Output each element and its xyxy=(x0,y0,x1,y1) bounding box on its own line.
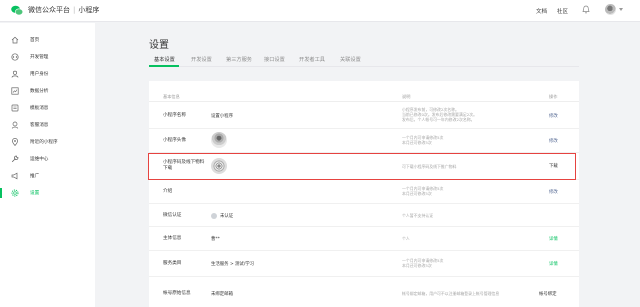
tab-dev-tools[interactable]: 开发者工具 xyxy=(299,56,325,63)
row-label: 帐号原始信息 xyxy=(163,291,191,296)
active-tab-indicator xyxy=(149,65,179,67)
header-description: 说明 xyxy=(402,94,411,99)
top-bar: 微信公众平台 | 小程序 文档 社区 xyxy=(0,0,640,22)
platform-brand[interactable]: 微信公众平台 | 小程序 xyxy=(28,5,99,15)
table-header: 基本信息 说明 操作 xyxy=(149,91,579,102)
code-icon xyxy=(11,53,19,61)
wechat-logo-icon[interactable] xyxy=(11,5,23,16)
row-label: 服务类目 xyxy=(163,261,182,266)
row-description: 一个月内可申请修改5次 本月还可修改5次 xyxy=(402,186,443,196)
row-label: 小程序名称 xyxy=(163,113,186,118)
edit-name-button[interactable]: 修改 xyxy=(549,113,558,119)
sidebar-item-label: 附近的小程序 xyxy=(30,140,58,145)
home-icon xyxy=(11,36,19,44)
desc-line: 本月还可修改5次 xyxy=(402,263,432,269)
row-description: 个人暂不支持认证 xyxy=(402,213,433,218)
entity-details-button[interactable]: 详情 xyxy=(549,236,558,242)
edit-avatar-button[interactable]: 修改 xyxy=(549,138,558,144)
sidebar: 首页 开发管理 用户身份 数据分析 模板消息 客服消息 附近的小程序 运维中心 … xyxy=(0,23,95,307)
table-row-entity: 主体信息 曹** 个人 详情 xyxy=(149,227,579,251)
sidebar-item-label: 客服消息 xyxy=(30,123,49,128)
sidebar-item-data-analysis[interactable]: 数据分析 xyxy=(0,83,95,99)
row-description: 一个月内可申请修改5次 本月还可修改5次 xyxy=(402,258,443,268)
tab-third-party[interactable]: 第三方服务 xyxy=(226,56,252,63)
brand-separator: | xyxy=(73,6,76,14)
desc-line: 本月还可修改5次 xyxy=(402,191,432,197)
chart-icon xyxy=(11,87,19,95)
table-row-account-info: 帐号原始信息 未绑定邮箱 帐号绑定邮箱，用户可不以注册邮箱登录上帐号管理信息 帐… xyxy=(149,277,579,307)
service-category-value: 生活服务 > 测试/学习 xyxy=(211,262,255,267)
sidebar-item-nearby[interactable]: 附近的小程序 xyxy=(0,134,95,150)
sidebar-item-label: 模板消息 xyxy=(30,106,49,111)
row-description: 个人 xyxy=(402,236,410,241)
page-title: 设置 xyxy=(149,40,169,51)
tab-dev-settings[interactable]: 开发设置 xyxy=(191,56,212,63)
megaphone-icon xyxy=(11,172,18,180)
sidebar-item-label: 数据分析 xyxy=(30,89,49,94)
user-icon xyxy=(11,70,19,78)
platform-title: 微信公众平台 xyxy=(28,6,70,14)
category-details-button[interactable]: 详情 xyxy=(549,261,558,267)
service-icon xyxy=(11,121,19,129)
sidebar-item-label: 设置 xyxy=(30,191,40,196)
table-row-intro: 介绍 一个月内可申请修改5次 本月还可修改5次 修改 xyxy=(149,180,579,204)
entity-value: 曹** xyxy=(211,237,220,242)
tab-basic-settings[interactable]: 基本设置 xyxy=(154,56,175,63)
tab-api-settings[interactable]: 接口设置 xyxy=(264,56,285,63)
sidebar-item-ops-center[interactable]: 运维中心 xyxy=(0,151,95,167)
verification-status-icon xyxy=(211,213,217,219)
sidebar-item-user-identity[interactable]: 用户身份 xyxy=(0,66,95,82)
sidebar-item-label: 首页 xyxy=(30,38,40,43)
sidebar-item-label: 推广 xyxy=(30,174,40,179)
edit-intro-button[interactable]: 修改 xyxy=(549,189,558,195)
sidebar-item-settings[interactable]: 设置 xyxy=(0,185,95,201)
sidebar-item-label: 用户身份 xyxy=(30,72,49,77)
header-operation: 操作 xyxy=(549,94,558,99)
bell-icon[interactable] xyxy=(582,5,590,14)
desc-line: 本月还可修改5次 xyxy=(402,140,432,146)
table-row-verification: 微信认证 未认证 个人暂不支持认证 xyxy=(149,204,579,227)
desc-line: 发布后，个人帐号可一年内修改2次名称。 xyxy=(402,117,475,123)
sidebar-item-customer-service[interactable]: 客服消息 xyxy=(0,117,95,133)
sidebar-item-template-msg[interactable]: 模板消息 xyxy=(0,100,95,116)
app-name-value: 设置小程序 xyxy=(211,114,233,119)
chevron-down-icon[interactable] xyxy=(619,8,623,11)
gear-icon xyxy=(11,189,19,197)
highlight-box xyxy=(148,153,576,180)
sidebar-item-dev-manage[interactable]: 开发管理 xyxy=(0,49,95,65)
table-row-app-avatar: 小程序头像 一个月内可申请修改5次 本月还可修改5次 修改 xyxy=(149,129,579,153)
basic-info-card: 基本信息 说明 操作 小程序名称 设置小程序 小程序发布前，可修改2次名称。 当… xyxy=(149,81,579,307)
wrench-icon xyxy=(11,155,19,163)
community-link[interactable]: 社区 xyxy=(557,7,568,15)
row-label: 介绍 xyxy=(163,189,173,194)
user-avatar[interactable] xyxy=(605,4,616,15)
row-description: 小程序发布前，可修改2次名称。 当前已修改0次。发布后修改需要满足2次。 发布后… xyxy=(402,107,477,123)
product-name: 小程序 xyxy=(78,6,100,14)
desc-line: 个人暂不支持认证 xyxy=(402,213,434,218)
verification-value: 未认证 xyxy=(220,214,234,219)
desc-line: 个人 xyxy=(402,236,410,241)
tab-link-settings[interactable]: 关联设置 xyxy=(340,56,361,63)
row-description: 帐号绑定邮箱，用户可不以注册邮箱登录上帐号管理信息 xyxy=(402,291,499,296)
desc-line: 帐号绑定邮箱，用户可不以注册邮箱登录上帐号管理信息 xyxy=(402,291,500,296)
app-avatar-image xyxy=(211,132,227,148)
row-description: 一个月内可申请修改5次 本月还可修改5次 xyxy=(402,135,443,145)
sidebar-item-promotion[interactable]: 推广 xyxy=(0,168,95,184)
sidebar-item-label: 开发管理 xyxy=(30,55,49,60)
bind-account-button[interactable]: 帐号绑定 xyxy=(539,291,557,297)
table-row-service-category: 服务类目 生活服务 > 测试/学习 一个月内可申请修改5次 本月还可修改5次 详… xyxy=(149,251,579,277)
template-icon xyxy=(11,104,19,112)
sidebar-item-label: 运维中心 xyxy=(30,157,49,162)
settings-tabs: 基本设置 开发设置 第三方服务 接口设置 开发者工具 关联设置 xyxy=(149,55,579,67)
location-icon xyxy=(12,138,18,146)
row-label: 微信认证 xyxy=(163,213,182,218)
row-label: 主体信息 xyxy=(163,236,182,241)
header-basic-info: 基本信息 xyxy=(163,94,180,99)
row-label: 小程序头像 xyxy=(163,138,186,143)
table-row-app-name: 小程序名称 设置小程序 小程序发布前，可修改2次名称。 当前已修改0次。发布后修… xyxy=(149,103,579,129)
account-email-value: 未绑定邮箱 xyxy=(211,292,233,297)
sidebar-item-home[interactable]: 首页 xyxy=(0,32,95,48)
docs-link[interactable]: 文档 xyxy=(536,7,547,15)
